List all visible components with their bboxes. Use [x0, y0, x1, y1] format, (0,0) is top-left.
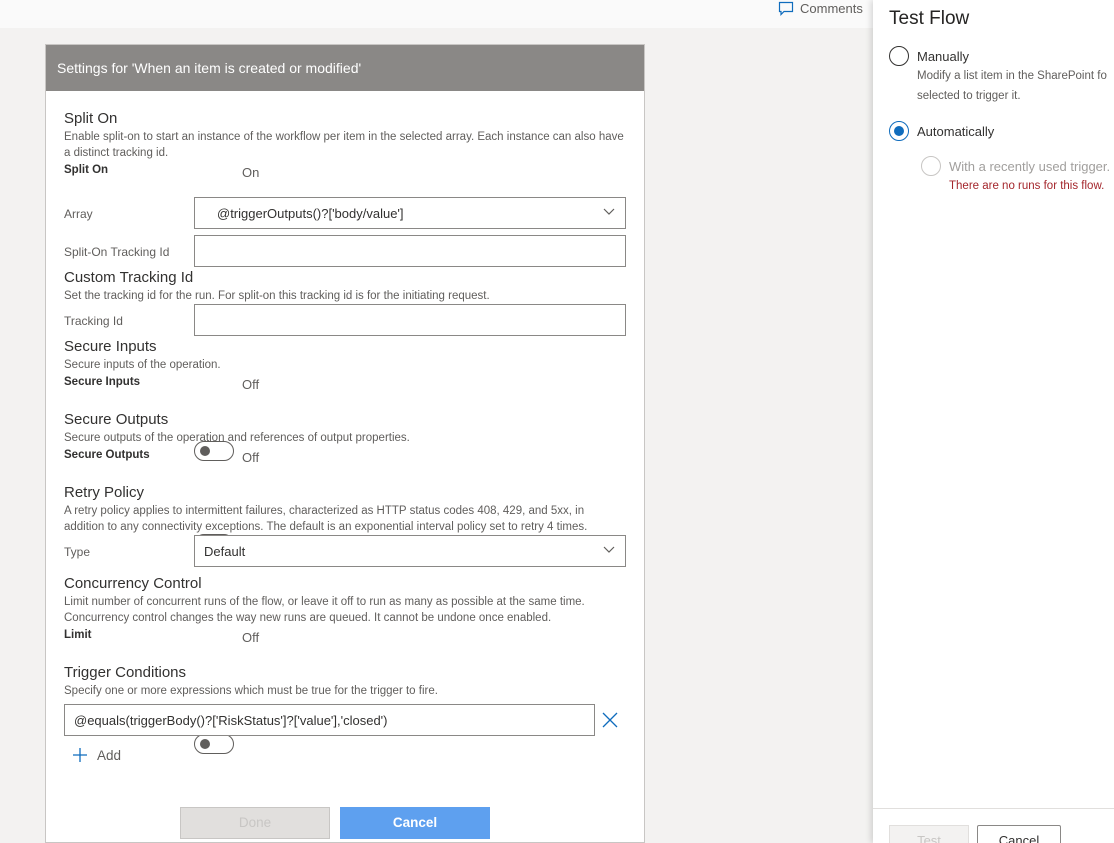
top-bar: Comments: [0, 0, 873, 28]
chevron-down-icon: [603, 546, 615, 553]
secure-outputs-description: Secure outputs of the operation and refe…: [64, 432, 410, 444]
test-flow-title: Test Flow: [889, 8, 970, 29]
concurrency-toggle-state: Off: [242, 630, 260, 645]
custom-tracking-description: Set the tracking id for the run. For spl…: [64, 290, 490, 302]
retry-type-value: Default: [204, 544, 246, 559]
trigger-conditions-description: Specify one or more expressions which mu…: [64, 685, 438, 697]
comments-label: Comments: [800, 0, 863, 16]
chevron-down-icon: [603, 208, 615, 215]
trigger-conditions-title: Trigger Conditions: [64, 664, 186, 681]
split-on-tracking-input[interactable]: [194, 235, 626, 267]
retry-policy-description: A retry policy applies to intermittent f…: [64, 505, 588, 533]
manually-description-line1: Modify a list item in the SharePoint fo: [917, 70, 1107, 82]
plus-icon: [73, 748, 87, 762]
secure-inputs-title: Secure Inputs: [64, 338, 157, 355]
custom-tracking-title: Custom Tracking Id: [64, 269, 194, 286]
recent-trigger-radio[interactable]: [921, 156, 941, 176]
retry-type-label: Type: [64, 545, 91, 559]
array-dropdown[interactable]: @triggerOutputs()?['body/value']: [194, 197, 626, 229]
remove-condition-icon[interactable]: [602, 712, 618, 728]
secure-inputs-toggle-state: Off: [242, 377, 260, 392]
trigger-condition-input[interactable]: @equals(triggerBody()?['RiskStatus']?['v…: [64, 704, 595, 736]
split-on-toggle-state: On: [242, 165, 260, 180]
split-on-description: Enable split-on to start an instance of …: [64, 131, 624, 159]
comments-button[interactable]: Comments: [778, 0, 863, 16]
split-on-title: Split On: [64, 110, 118, 127]
split-on-tracking-label: Split-On Tracking Id: [64, 245, 170, 259]
secure-outputs-toggle-state: Off: [242, 450, 260, 465]
done-button[interactable]: Done: [180, 807, 330, 839]
retry-policy-title: Retry Policy: [64, 484, 145, 501]
secure-outputs-toggle-label: Secure Outputs: [64, 449, 150, 461]
comment-icon: [778, 1, 794, 16]
secure-outputs-title: Secure Outputs: [64, 411, 169, 428]
concurrency-toggle[interactable]: [194, 734, 234, 754]
automatically-radio[interactable]: [889, 121, 909, 141]
pane-footer-divider: [873, 808, 1114, 809]
manually-description-line2: selected to trigger it.: [917, 90, 1021, 102]
array-label: Array: [64, 207, 93, 221]
automatically-label: Automatically: [917, 124, 995, 139]
array-value: @triggerOutputs()?['body/value']: [217, 206, 404, 221]
concurrency-description: Limit number of concurrent runs of the f…: [64, 596, 585, 624]
manually-label: Manually: [917, 49, 970, 64]
tracking-id-label: Tracking Id: [64, 314, 123, 328]
no-runs-message: There are no runs for this flow.: [949, 180, 1105, 192]
add-condition-button[interactable]: Add: [72, 747, 121, 763]
recent-trigger-label: With a recently used trigger.: [949, 159, 1111, 174]
settings-dialog: Settings for 'When an item is created or…: [45, 44, 645, 843]
secure-inputs-toggle-label: Secure Inputs: [64, 376, 141, 388]
test-button[interactable]: Test: [889, 825, 969, 843]
concurrency-toggle-label: Limit: [64, 629, 92, 641]
secure-inputs-description: Secure inputs of the operation.: [64, 359, 221, 371]
dialog-title: Settings for 'When an item is created or…: [46, 45, 644, 91]
tracking-id-input[interactable]: [194, 304, 626, 336]
split-on-toggle-label: Split On: [64, 164, 109, 176]
manually-radio[interactable]: [889, 46, 909, 66]
concurrency-title: Concurrency Control: [64, 575, 202, 592]
pane-cancel-button[interactable]: Cancel: [977, 825, 1061, 843]
cancel-button[interactable]: Cancel: [340, 807, 490, 839]
test-flow-pane: Test Flow Manually Modify a list item in…: [873, 0, 1114, 843]
retry-type-dropdown[interactable]: Default: [194, 535, 626, 567]
add-condition-label: Add: [97, 747, 122, 763]
